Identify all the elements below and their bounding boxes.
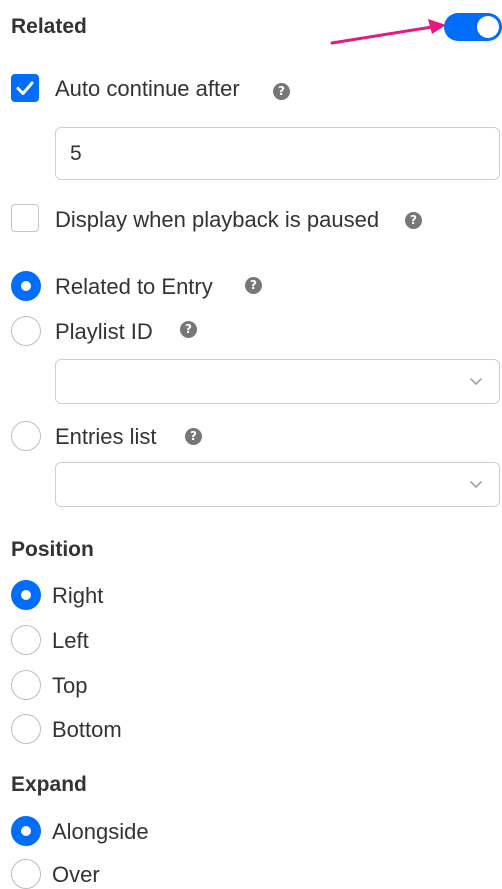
question-circle-icon[interactable]: ?	[185, 428, 202, 445]
related-to-entry-label: Related to Entry	[55, 274, 213, 299]
expand-section-title: Expand	[11, 773, 87, 796]
position-left-label: Left	[52, 628, 89, 653]
radio-position-bottom[interactable]	[11, 714, 41, 744]
display-paused-label: Display when playback is paused	[55, 207, 380, 232]
entries-list-select[interactable]	[55, 462, 500, 507]
toggle-knob	[477, 16, 499, 38]
expand-alongside-label: Alongside	[52, 819, 149, 844]
auto-continue-seconds-input[interactable]	[55, 127, 500, 180]
chevron-down-icon	[470, 378, 482, 385]
playlist-id-label: Playlist ID	[55, 319, 153, 344]
radio-position-right[interactable]	[11, 580, 41, 610]
radio-position-top[interactable]	[11, 670, 41, 700]
radio-entries-list[interactable]	[11, 421, 41, 451]
entries-list-label: Entries list	[55, 424, 157, 449]
display-paused-checkbox[interactable]	[11, 204, 39, 232]
question-circle-icon[interactable]: ?	[180, 321, 197, 338]
position-right-label: Right	[52, 583, 104, 608]
chevron-down-icon	[470, 481, 482, 488]
auto-continue-checkbox[interactable]	[11, 74, 39, 102]
related-section-title: Related	[11, 15, 87, 38]
position-section-title: Position	[11, 538, 94, 561]
playlist-id-select[interactable]	[55, 359, 500, 404]
position-bottom-label: Bottom	[52, 717, 122, 742]
question-circle-icon[interactable]: ?	[245, 277, 262, 294]
radio-selected-dot	[21, 826, 31, 836]
auto-continue-label: Auto continue after	[55, 76, 240, 101]
radio-selected-dot	[21, 590, 31, 600]
expand-over-label: Over	[52, 862, 100, 887]
position-top-label: Top	[52, 673, 88, 698]
radio-selected-dot	[21, 281, 31, 291]
question-circle-icon[interactable]: ?	[405, 212, 422, 229]
radio-position-left[interactable]	[11, 625, 41, 655]
radio-playlist-id[interactable]	[11, 316, 41, 346]
radio-expand-alongside[interactable]	[11, 816, 41, 846]
radio-expand-over[interactable]	[11, 859, 41, 889]
related-toggle[interactable]	[444, 13, 502, 41]
radio-related-to-entry[interactable]	[11, 271, 41, 301]
annotation-arrow-icon	[330, 19, 446, 45]
checkmark-icon	[16, 81, 34, 95]
question-circle-icon[interactable]: ?	[273, 83, 290, 100]
